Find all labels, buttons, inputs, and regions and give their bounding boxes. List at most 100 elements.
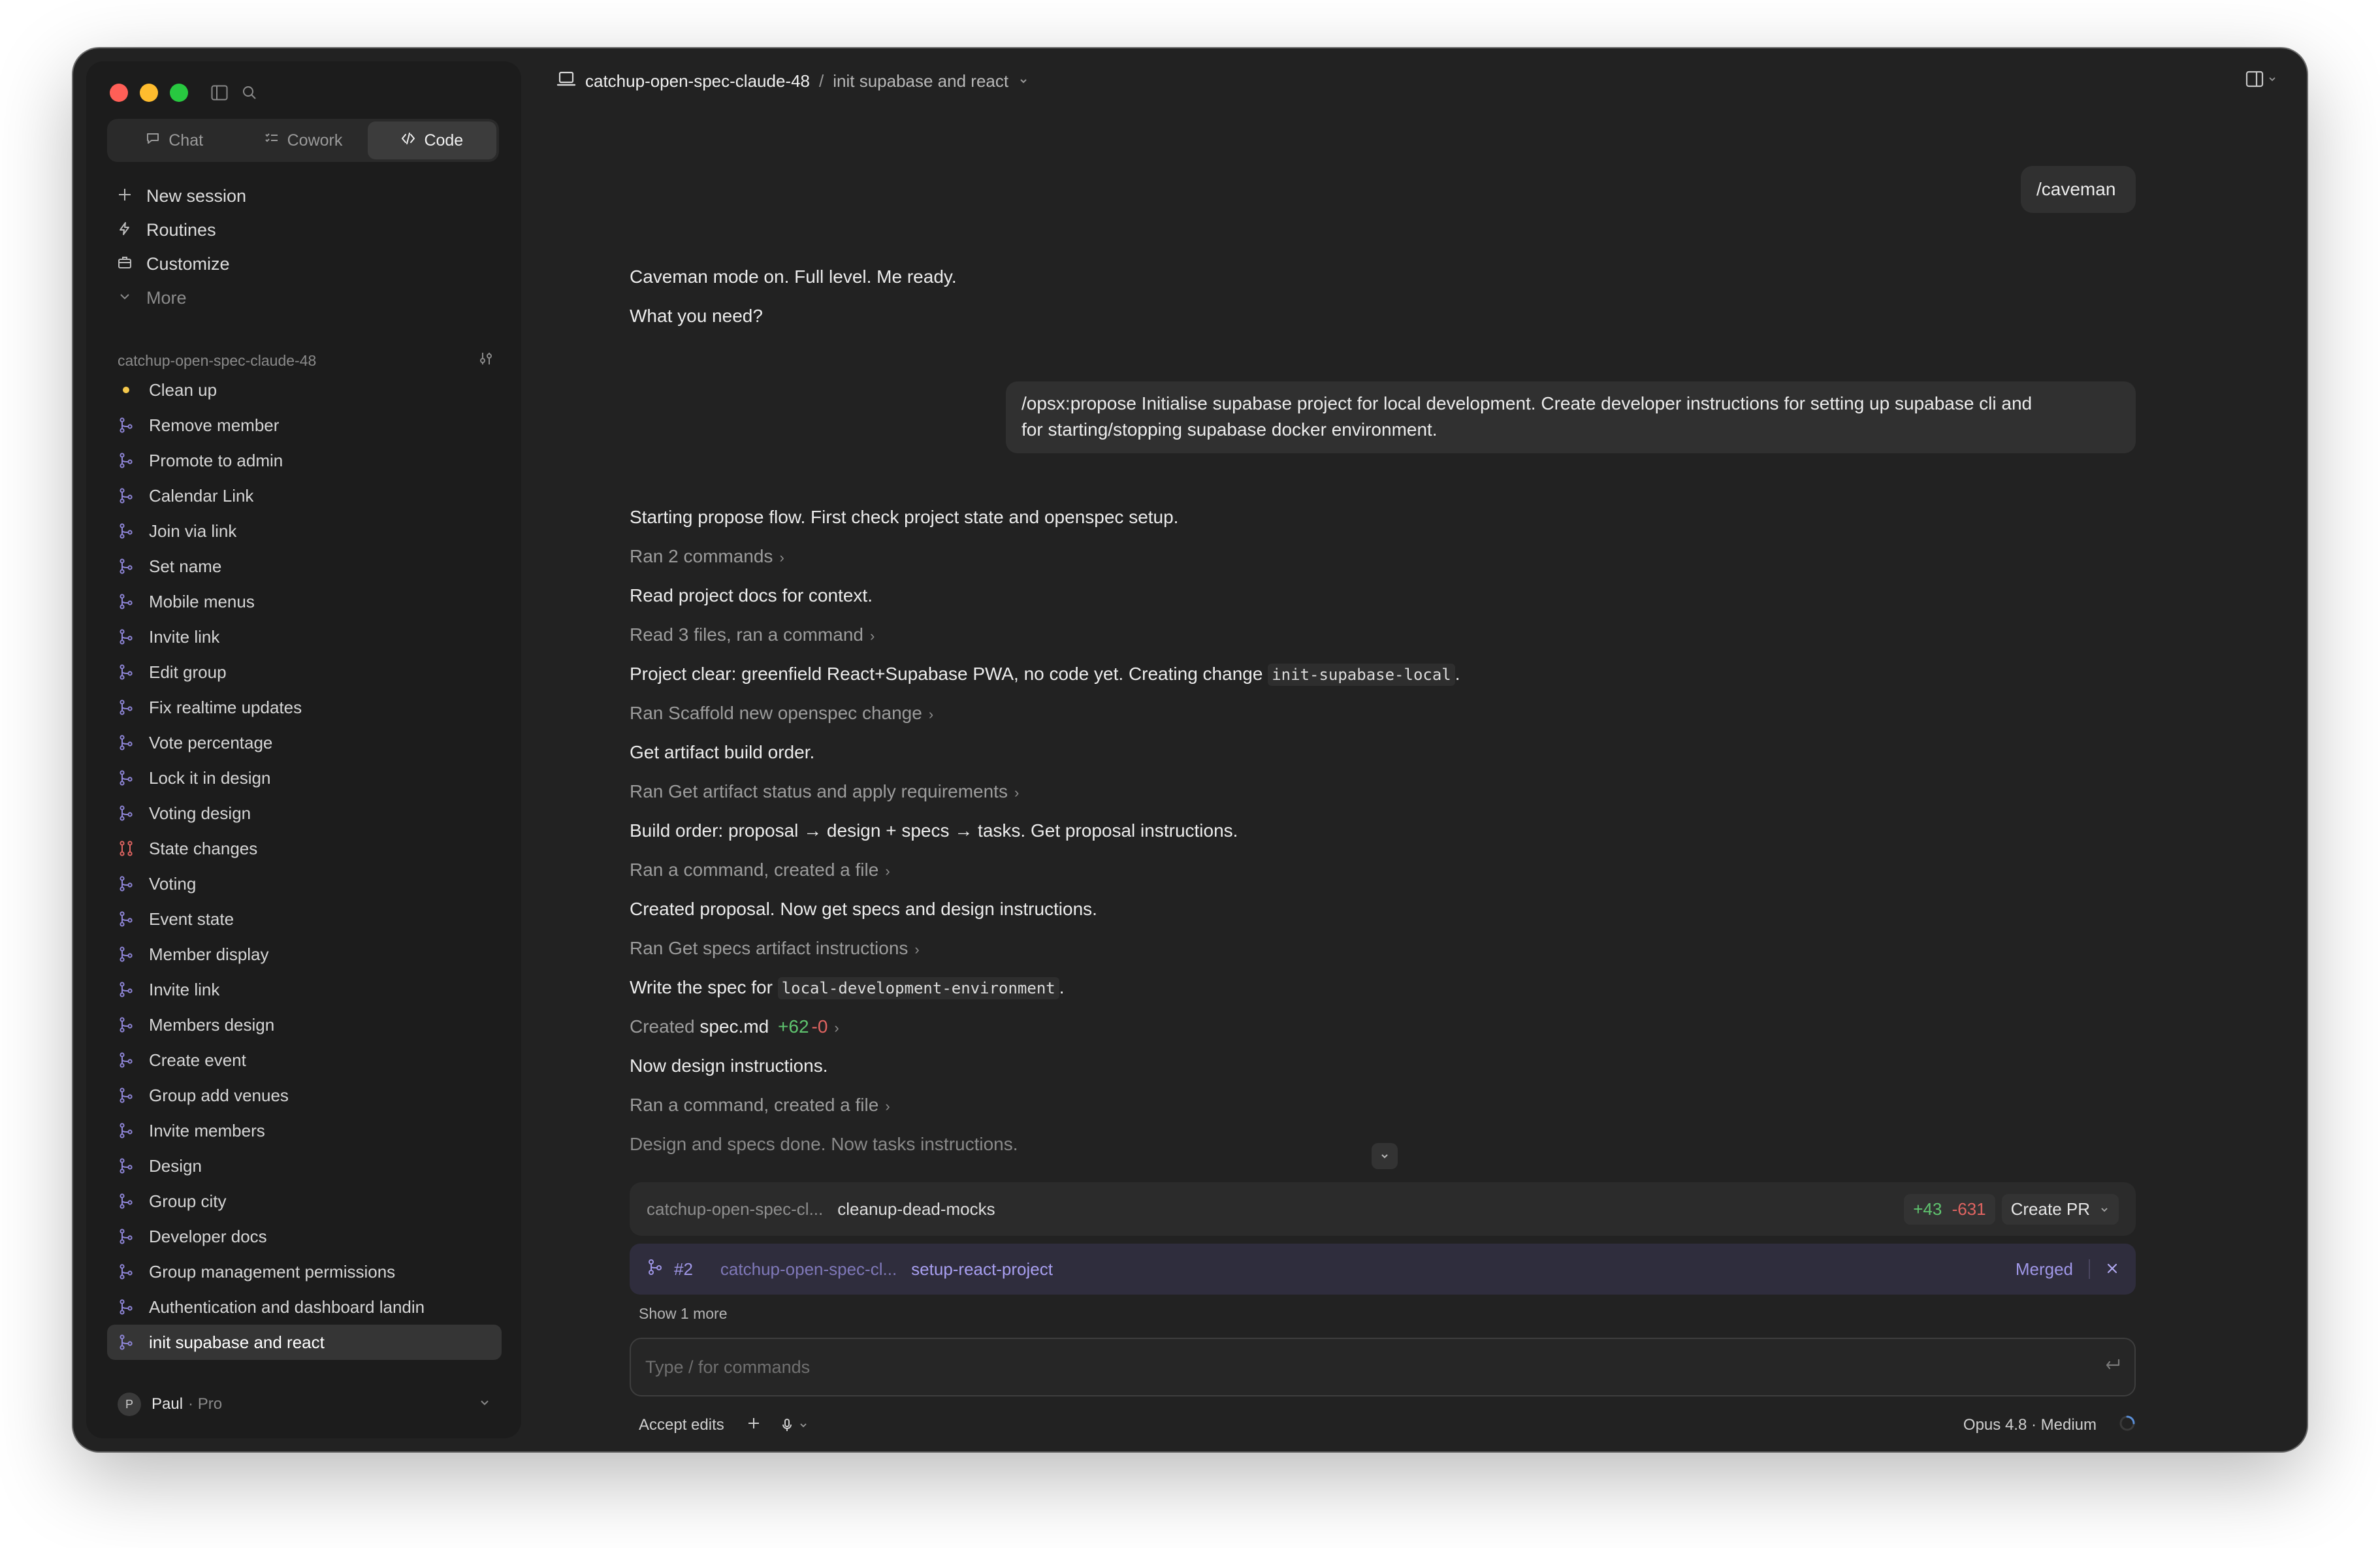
search-icon[interactable] — [238, 81, 261, 105]
create-pr-button[interactable]: Create PR — [2001, 1193, 2119, 1225]
chevron-down-icon[interactable] — [1018, 71, 1029, 91]
session-label: Lock it in design — [149, 767, 271, 788]
file-name: spec.md — [700, 1016, 769, 1037]
return-icon[interactable] — [2103, 1357, 2121, 1378]
session-item[interactable]: Developer docs — [107, 1219, 502, 1254]
file-created-summary[interactable]: Created spec.md +62 -0 › — [630, 1016, 839, 1037]
chevron-right-icon: › — [834, 1020, 839, 1036]
git-branch-icon — [118, 911, 135, 927]
scroll-to-bottom-button[interactable] — [1372, 1143, 1398, 1169]
tool-summary[interactable]: Ran a command, created a file › — [630, 860, 890, 880]
session-item[interactable]: Join via link — [107, 513, 502, 549]
model-selector[interactable]: Opus 4.8 · Medium — [1963, 1416, 2097, 1434]
chevron-right-icon: › — [885, 863, 890, 879]
session-item[interactable]: Group management permissions — [107, 1254, 502, 1289]
git-branch-icon — [118, 1122, 135, 1139]
session-item[interactable]: Member display — [107, 937, 502, 972]
close-icon[interactable] — [2106, 1259, 2119, 1280]
close-window-button[interactable] — [110, 84, 128, 102]
user-menu[interactable]: P Paul · Pro — [107, 1386, 502, 1423]
breadcrumb-session[interactable]: init supabase and react — [833, 71, 1008, 91]
tool-summary[interactable]: Ran Scaffold new openspec change › — [630, 703, 933, 724]
laptop-icon — [556, 71, 576, 92]
zoom-window-button[interactable] — [170, 84, 188, 102]
show-more-link[interactable]: Show 1 more — [639, 1305, 728, 1323]
session-item[interactable]: Lock it in design — [107, 760, 502, 796]
session-label: Vote percentage — [149, 732, 273, 752]
routines-button[interactable]: Routines — [110, 213, 502, 247]
session-item[interactable]: Invite members — [107, 1113, 502, 1148]
lightning-icon — [118, 220, 132, 240]
git-branch-icon — [118, 1228, 135, 1245]
branch-name[interactable]: cleanup-dead-mocks — [837, 1199, 995, 1219]
session-item[interactable]: Promote to admin — [107, 443, 502, 478]
session-item[interactable]: Group add venues — [107, 1078, 502, 1113]
session-label: Edit group — [149, 662, 227, 682]
chevron-down-icon[interactable] — [2099, 1199, 2110, 1219]
tool-summary[interactable]: Ran Get specs artifact instructions › — [630, 938, 920, 959]
session-label: Create event — [149, 1050, 246, 1070]
panel-toggle-icon[interactable] — [2245, 71, 2277, 88]
prompt-input[interactable] — [644, 1356, 2103, 1378]
git-branch-icon — [118, 664, 135, 681]
session-item[interactable]: Event state — [107, 901, 502, 937]
sidebar-nav: New session Routines Customize More — [110, 179, 502, 315]
session-item[interactable]: Set name — [107, 549, 502, 584]
session-label: Group city — [149, 1191, 227, 1211]
additions-count: +62 — [778, 1016, 809, 1037]
breadcrumb: catchup-open-spec-claude-48 / init supab… — [556, 65, 1029, 97]
tool-summary[interactable]: Ran Get artifact status and apply requir… — [630, 781, 1019, 802]
session-item[interactable]: Invite link — [107, 619, 502, 654]
assistant-text: Now design instructions. — [630, 1056, 828, 1076]
session-item[interactable]: Clean up — [107, 372, 502, 408]
git-branch-icon — [118, 699, 135, 716]
session-item[interactable]: Vote percentage — [107, 725, 502, 760]
tab-label: Cowork — [287, 131, 343, 150]
new-session-button[interactable]: New session — [110, 179, 502, 213]
microphone-icon[interactable] — [780, 1418, 808, 1432]
minimize-window-button[interactable] — [140, 84, 158, 102]
accept-edits-toggle[interactable]: Accept edits — [639, 1416, 724, 1434]
session-item[interactable]: Create event — [107, 1042, 502, 1078]
session-item[interactable]: Fix realtime updates — [107, 690, 502, 725]
filter-sliders-icon[interactable] — [478, 351, 494, 370]
tab-cowork[interactable]: Cowork — [238, 121, 367, 159]
session-item[interactable]: Voting — [107, 866, 502, 901]
breadcrumb-project[interactable]: catchup-open-spec-claude-48 — [585, 71, 810, 91]
mode-tabs: Chat Cowork Code — [107, 119, 499, 162]
session-item[interactable]: Design — [107, 1148, 502, 1184]
status-dot-icon — [118, 381, 135, 398]
session-item[interactable]: init supabase and react — [107, 1325, 502, 1360]
tool-summary-text: Ran Get specs artifact instructions — [630, 938, 909, 958]
session-item[interactable]: Remove member — [107, 408, 502, 443]
tab-chat[interactable]: Chat — [110, 121, 238, 159]
tab-code[interactable]: Code — [367, 121, 496, 159]
diff-stats[interactable]: +43 -631 — [1904, 1193, 1995, 1225]
more-button[interactable]: More — [110, 281, 502, 315]
plus-icon[interactable] — [747, 1416, 761, 1435]
session-label: Members design — [149, 1014, 275, 1035]
session-item[interactable]: Edit group — [107, 654, 502, 690]
session-item[interactable]: Members design — [107, 1007, 502, 1042]
session-item[interactable]: Calendar Link — [107, 478, 502, 513]
session-item[interactable]: State changes — [107, 831, 502, 866]
pull-request-bar[interactable]: #2 catchup-open-spec-cl... setup-react-p… — [630, 1244, 2136, 1295]
session-label: Group management permissions — [149, 1261, 396, 1282]
customize-button[interactable]: Customize — [110, 247, 502, 281]
plus-icon — [118, 186, 132, 206]
git-branch-icon — [118, 946, 135, 963]
sidebar-toggle-icon[interactable] — [208, 81, 231, 105]
session-item[interactable]: Mobile menus — [107, 584, 502, 619]
tool-summary[interactable]: Ran 2 commands › — [630, 546, 784, 567]
session-item[interactable]: Invite link — [107, 972, 502, 1007]
git-branch-icon — [118, 1157, 135, 1174]
tool-summary[interactable]: Ran a command, created a file › — [630, 1095, 890, 1116]
session-label: Design — [149, 1155, 202, 1176]
additions-count: +43 — [1913, 1199, 1942, 1219]
session-item[interactable]: Group city — [107, 1184, 502, 1219]
tool-summary[interactable]: Read 3 files, ran a command › — [630, 624, 875, 645]
tab-label: Chat — [169, 131, 204, 150]
chevron-right-icon: › — [914, 941, 920, 958]
session-item[interactable]: Authentication and dashboard landin — [107, 1289, 502, 1325]
session-item[interactable]: Voting design — [107, 796, 502, 831]
